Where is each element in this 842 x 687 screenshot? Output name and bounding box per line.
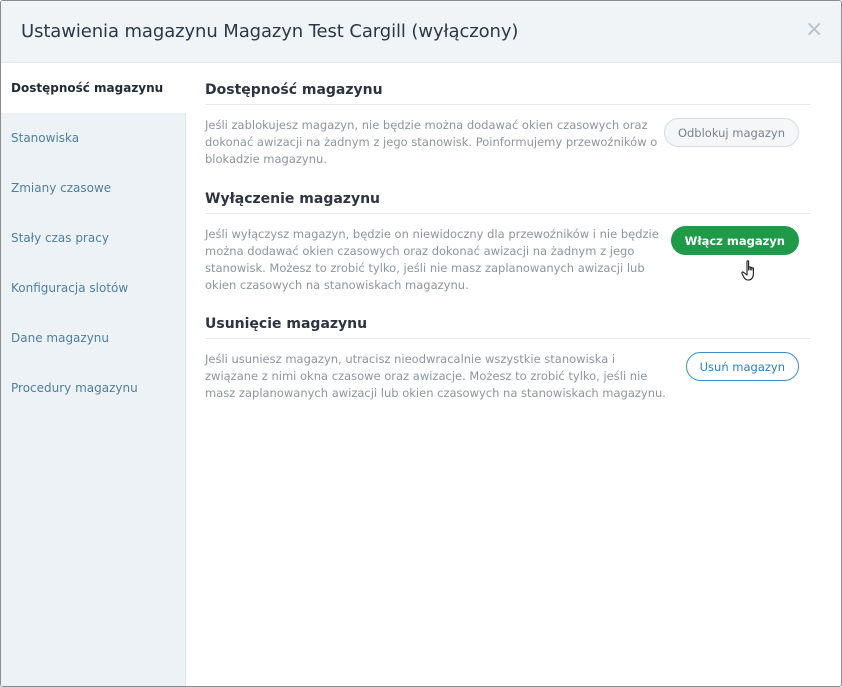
sidebar-item-label: Dane magazynu (11, 331, 110, 345)
main-content: Dostępność magazynu Jeśli zablokujesz ma… (205, 63, 811, 402)
hand-cursor-icon (741, 260, 754, 281)
sidebar-item-time-changes[interactable]: Zmiany czasowe (1, 163, 185, 213)
section-title: Wyłączenie magazynu (205, 191, 811, 214)
sidebar-item-label: Stanowiska (11, 131, 80, 145)
sidebar-item-working-hours[interactable]: Stały czas pracy (1, 213, 185, 263)
sidebar-item-label: Dostępność magazynu (11, 81, 164, 95)
sidebar-item-availability[interactable]: Dostępność magazynu (1, 63, 186, 113)
section-description: Jeśli zablokujesz magazyn, nie będzie mo… (205, 118, 658, 166)
section-title: Dostępność magazynu (205, 82, 811, 105)
settings-modal: Ustawienia magazynu Magazyn Test Cargill… (0, 0, 842, 687)
sidebar-item-label: Zmiany czasowe (11, 181, 112, 195)
sidebar-item-warehouse-data[interactable]: Dane magazynu (1, 313, 185, 363)
section-description: Jeśli usuniesz magazyn, utracisz nieodwr… (205, 352, 666, 400)
availability-section: Dostępność magazynu Jeśli zablokujesz ma… (205, 82, 811, 168)
sidebar-item-slot-config[interactable]: Konfiguracja slotów (1, 263, 185, 313)
sidebar-nav: Dostępność magazynu Stanowiska Zmiany cz… (1, 63, 186, 686)
delete-warehouse-button[interactable]: Usuń magazyn (685, 352, 799, 381)
delete-section: Usunięcie magazynu Jeśli usuniesz magazy… (205, 316, 811, 402)
modal-header: Ustawienia magazynu Magazyn Test Cargill… (1, 1, 841, 63)
modal-title: Ustawienia magazynu Magazyn Test Cargill… (21, 21, 519, 42)
unlock-warehouse-button[interactable]: Odblokuj magazyn (663, 118, 799, 147)
sidebar-item-procedures[interactable]: Procedury magazynu (1, 363, 185, 413)
sidebar-item-stations[interactable]: Stanowiska (1, 113, 185, 163)
enable-warehouse-button[interactable]: Włącz magazyn (670, 226, 799, 255)
section-body: Jeśli zablokujesz magazyn, nie będzie mo… (205, 117, 811, 168)
sidebar-item-label: Stały czas pracy (11, 231, 109, 245)
section-body: Jeśli usuniesz magazyn, utracisz nieodwr… (205, 351, 811, 402)
section-body: Jeśli wyłączysz magazyn, będzie on niewi… (205, 226, 811, 294)
section-description: Jeśli wyłączysz magazyn, będzie on niewi… (205, 227, 659, 292)
section-title: Usunięcie magazynu (205, 316, 811, 339)
disable-section: Wyłączenie magazynu Jeśli wyłączysz maga… (205, 191, 811, 294)
sidebar-item-label: Konfiguracja slotów (11, 281, 129, 295)
close-icon[interactable]: × (805, 19, 823, 41)
sidebar-item-label: Procedury magazynu (11, 381, 138, 395)
